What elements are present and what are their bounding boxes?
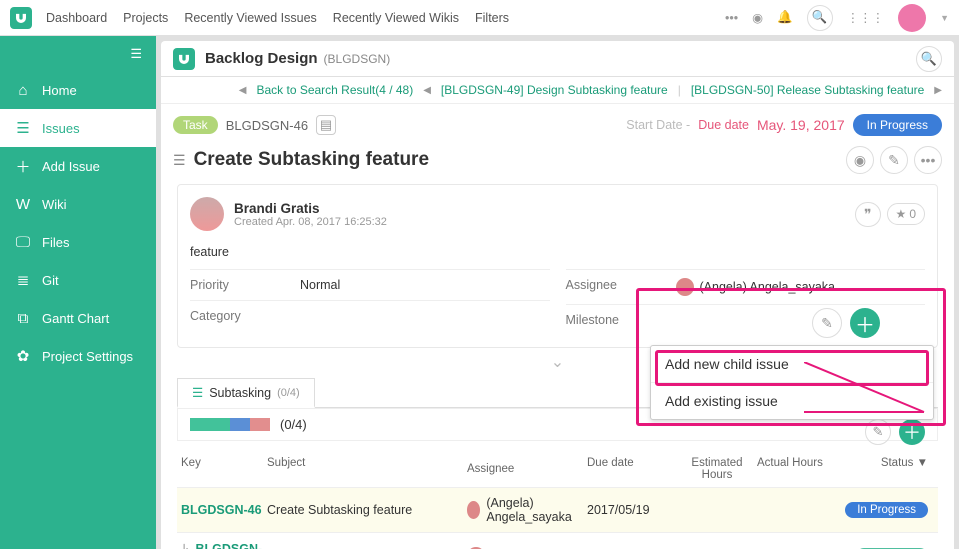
status-header[interactable]: Status ▼ (837, 457, 938, 481)
chevron-right-icon: ▶ (934, 85, 942, 96)
row-assignee: (Angela) Angela_sayaka (486, 496, 587, 524)
watch-icon[interactable]: ◉ (752, 10, 763, 25)
sidebar-item-gantt[interactable]: ⧉Gantt Chart (0, 299, 156, 337)
next-issue-link[interactable]: [BLGDSGN-50] Release Subtasking feature (691, 83, 924, 97)
nav-dashboard[interactable]: Dashboard (46, 11, 107, 25)
main: Backlog Design (BLGDSGN) 🔍 ◀ Back to Sea… (156, 36, 959, 549)
issue-title: Create Subtasking feature (194, 149, 429, 171)
quote-button[interactable]: ❞ (855, 202, 881, 227)
user-dropdown-icon[interactable]: ▼ (940, 13, 949, 23)
parent-issue-icon: ☰ (173, 152, 186, 169)
created-date: Created Apr. 08, 2017 16:25:32 (234, 216, 387, 228)
table-row[interactable]: ↳BLGDSGN-49 Design Subtasking feature Br… (177, 532, 938, 549)
priority-value: Normal (300, 278, 340, 292)
annotation-highlight-box (636, 288, 946, 426)
issue-description: feature (190, 245, 925, 259)
project-key: (BLGDSGN) (324, 52, 391, 66)
child-arrow-icon: ↳ (181, 542, 191, 549)
plus-icon: ＋ (14, 156, 32, 177)
author-name: Brandi Gratis (234, 201, 387, 216)
row-status: In Progress (845, 502, 928, 518)
more-icon[interactable]: ••• (725, 11, 738, 25)
nav-filters[interactable]: Filters (475, 11, 509, 25)
issue-type-pill: Task (173, 116, 218, 134)
status-pill[interactable]: In Progress (853, 114, 942, 136)
row-avatar (467, 501, 480, 519)
topbar: Dashboard Projects Recently Viewed Issue… (0, 0, 959, 36)
hamburger-icon[interactable]: ☰ (0, 36, 156, 71)
sidebar: ☰ ⌂Home ☰Issues ＋Add Issue WWiki 🖵Files … (0, 36, 156, 549)
bell-icon[interactable]: 🔔 (777, 10, 793, 25)
git-icon: ≣ (14, 271, 32, 289)
tab-subtasking[interactable]: ☰ Subtasking (0/4) (177, 378, 315, 408)
nav-projects[interactable]: Projects (123, 11, 168, 25)
project-bar: Backlog Design (BLGDSGN) 🔍 (161, 41, 954, 77)
category-label: Category (190, 309, 300, 323)
breadcrumb: ◀ Back to Search Result(4 / 48) ◀ [BLGDS… (161, 77, 954, 104)
sidebar-item-wiki[interactable]: WWiki (0, 185, 156, 223)
edit-button[interactable]: ✎ (880, 146, 908, 174)
row-key[interactable]: BLGDSGN-49 (181, 542, 262, 549)
app-logo[interactable] (10, 7, 32, 29)
priority-label: Priority (190, 278, 300, 292)
copy-icon[interactable]: ▤ (316, 115, 336, 135)
sidebar-item-git[interactable]: ≣Git (0, 261, 156, 299)
issues-icon: ☰ (14, 119, 32, 137)
more-button[interactable]: ••• (914, 146, 942, 174)
table-row[interactable]: BLGDSGN-46 Create Subtasking feature (An… (177, 487, 938, 532)
due-date-value: May. 19, 2017 (757, 117, 845, 133)
project-logo[interactable] (173, 48, 195, 70)
back-to-search-link[interactable]: Back to Search Result(4 / 48) (256, 83, 413, 97)
issue-key: BLGDSGN-46 (226, 118, 308, 133)
sidebar-item-home[interactable]: ⌂Home (0, 71, 156, 109)
top-menu: Dashboard Projects Recently Viewed Issue… (46, 11, 509, 25)
search-icon[interactable]: 🔍 (807, 5, 833, 31)
wiki-icon: W (14, 196, 32, 213)
start-date-label: Start Date - (626, 118, 690, 132)
subtask-table-header: Key Subject Assignee Due date Estimated … (177, 451, 938, 487)
progress-text: (0/4) (280, 417, 307, 432)
author-avatar (190, 197, 224, 231)
project-search-icon[interactable]: 🔍 (916, 46, 942, 72)
star-button[interactable]: ★ 0 (887, 203, 925, 225)
chevron-left-icon: ◀ (239, 85, 247, 96)
nav-recent-wikis[interactable]: Recently Viewed Wikis (333, 11, 459, 25)
nav-recent-issues[interactable]: Recently Viewed Issues (184, 11, 316, 25)
home-icon: ⌂ (14, 82, 32, 99)
sidebar-item-settings[interactable]: ✿Project Settings (0, 337, 156, 375)
sidebar-item-files[interactable]: 🖵Files (0, 223, 156, 261)
sidebar-item-issues[interactable]: ☰Issues (0, 109, 156, 147)
watch-button[interactable]: ◉ (846, 146, 874, 174)
prev-issue-link[interactable]: [BLGDSGN-49] Design Subtasking feature (441, 83, 668, 97)
row-subject: Create Subtasking feature (267, 503, 467, 517)
user-avatar[interactable] (898, 4, 926, 32)
project-name: Backlog Design (205, 50, 318, 67)
gantt-icon: ⧉ (14, 310, 32, 327)
gear-icon: ✿ (14, 347, 32, 365)
files-icon: 🖵 (14, 234, 32, 251)
apps-icon[interactable]: ⋮⋮⋮ (847, 10, 885, 25)
subtask-tab-icon: ☰ (192, 385, 203, 400)
row-key[interactable]: BLGDSGN-46 (181, 503, 262, 517)
row-due: 2017/05/19 (587, 503, 677, 517)
due-date-label: Due date (698, 118, 749, 132)
sidebar-item-add-issue[interactable]: ＋Add Issue (0, 147, 156, 185)
